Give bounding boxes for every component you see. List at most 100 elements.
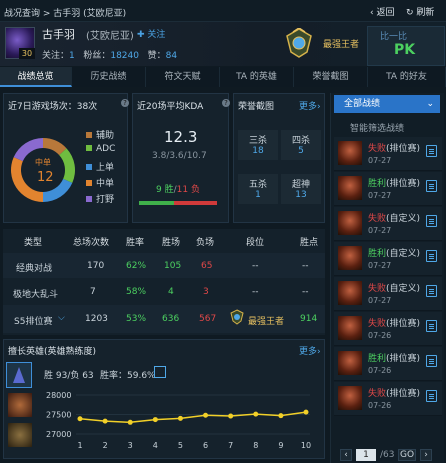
hero-more-link[interactable]: 更多› [299, 344, 321, 357]
legend-swatch [86, 164, 92, 170]
tab-heroes[interactable]: TA 的英雄 [220, 67, 294, 87]
hero-icon [13, 367, 25, 383]
breadcrumb: 战况查询 > 古手羽 (艾欧尼亚) [4, 9, 127, 19]
legend-item: ADC [86, 144, 115, 160]
hero-thumb[interactable] [8, 393, 32, 417]
match-item[interactable]: 胜利(排位赛) 07-26 [334, 347, 442, 381]
match-item[interactable]: 失败(自定义) 07-27 [334, 277, 442, 311]
detail-icon[interactable] [426, 285, 437, 297]
chevron-down-icon: ⌄ [426, 99, 434, 109]
match-result: 胜利 [368, 354, 387, 364]
server-name: (艾欧尼亚) [86, 31, 134, 42]
x-tick-label: 5 [178, 441, 183, 450]
all-records-dropdown[interactable]: 全部战绩 ⌄ [334, 95, 440, 113]
share-icon[interactable] [154, 366, 166, 378]
detail-icon[interactable] [426, 250, 437, 262]
match-item[interactable]: 失败(排位赛) 07-26 [334, 382, 442, 416]
match-mode: (自定义) [386, 284, 421, 294]
table-header: 负场 [196, 238, 215, 248]
x-tick-label: 6 [203, 441, 208, 450]
match-date: 07-27 [368, 261, 392, 270]
match-date: 07-26 [368, 331, 392, 340]
next-page-button[interactable]: › [420, 449, 432, 461]
table-header: 类型 [24, 238, 43, 248]
hero-title: 擅长英雄(英雄熟练度) [8, 347, 97, 357]
detail-icon[interactable] [426, 215, 437, 227]
y-tick-label: 28000 [46, 391, 71, 400]
page-input[interactable]: 1 [356, 449, 376, 461]
tab-overview[interactable]: 战绩总览 [0, 67, 72, 87]
tab-friends[interactable]: TA 的好友 [368, 67, 446, 87]
match-mode: (排位赛) [386, 144, 421, 154]
match-item[interactable]: 失败(排位赛) 07-27 [334, 137, 442, 171]
detail-icon[interactable] [426, 355, 437, 367]
tab-honor[interactable]: 荣誉截图 [294, 67, 368, 87]
win-fill [139, 201, 175, 205]
hero-selected-thumb[interactable] [6, 362, 32, 388]
match-result: 失败 [368, 319, 387, 329]
table-header: 总场次数 [73, 238, 110, 248]
data-point [102, 418, 108, 424]
hero-thumb[interactable] [8, 423, 32, 447]
match-date: 07-27 [368, 191, 392, 200]
match-mode: (自定义) [386, 249, 421, 259]
follow-button[interactable]: ✚ 关注 [137, 27, 165, 40]
tab-history[interactable]: 历史战绩 [72, 67, 146, 87]
data-point [278, 413, 284, 419]
hero-thumb [338, 316, 362, 340]
match-item[interactable]: 胜利(自定义) 07-27 [334, 242, 442, 276]
table-header: 段位 [246, 238, 265, 248]
legend-swatch [86, 145, 92, 151]
match-item[interactable]: 失败(排位赛) 07-26 [334, 312, 442, 346]
x-tick-label: 3 [128, 441, 133, 450]
donut-center-role: 中单 [35, 158, 51, 167]
rank-emblem-icon [286, 28, 312, 58]
match-mode: (自定义) [386, 214, 421, 224]
hero-thumb [338, 281, 362, 305]
kda-value: 12.3 [164, 128, 198, 146]
tab-runes[interactable]: 符文天赋 [146, 67, 220, 87]
match-result: 失败 [368, 214, 387, 224]
follow-count: 1 [69, 51, 75, 61]
data-point [228, 413, 234, 419]
hero-thumb [338, 211, 362, 235]
help-icon[interactable]: ? [121, 99, 129, 107]
smart-filter-label[interactable]: 智能筛选战绩 [350, 121, 404, 134]
hero-thumb [338, 386, 362, 410]
compare-label: 比一比 [380, 32, 408, 42]
honor-more-link[interactable]: 更多› [299, 99, 321, 112]
match-date: 07-26 [368, 401, 392, 410]
back-button[interactable]: ‹ 返回 [370, 5, 394, 18]
match-result: 失败 [368, 284, 387, 294]
detail-icon[interactable] [426, 180, 437, 192]
likes-count: 84 [165, 51, 178, 61]
match-result: 胜利 [368, 249, 387, 259]
table-header: 胜点 [300, 238, 319, 248]
match-item[interactable]: 胜利(排位赛) 07-27 [334, 172, 442, 206]
match-item[interactable]: 失败(自定义) 07-27 [334, 207, 442, 241]
x-tick-label: 10 [301, 441, 311, 450]
x-tick-label: 2 [103, 441, 108, 450]
detail-icon[interactable] [426, 390, 437, 402]
detail-icon[interactable] [426, 145, 437, 157]
kda-title: 近20场平均KDA [137, 102, 204, 112]
chevron-down-icon[interactable]: ⌵ [58, 313, 65, 323]
data-point [177, 415, 183, 421]
data-point [152, 417, 158, 423]
role-legend: 辅助 ADC 上单 中单 打野 [86, 128, 115, 208]
x-tick-label: 8 [253, 441, 258, 450]
match-result: 失败 [368, 144, 387, 154]
honor-cell: 五杀 1 [238, 174, 278, 204]
match-date: 07-27 [368, 156, 392, 165]
prev-page-button[interactable]: ‹ [340, 449, 352, 461]
match-result: 失败 [368, 389, 387, 399]
help-icon[interactable]: ? [222, 99, 230, 107]
refresh-button[interactable]: ↻ 刷新 [406, 5, 434, 18]
fans-count: 18240 [110, 51, 139, 61]
legend-swatch [86, 196, 92, 202]
match-mode: (排位赛) [386, 389, 421, 399]
detail-icon[interactable] [426, 320, 437, 332]
series-line [79, 411, 307, 424]
go-button[interactable]: GO [398, 449, 416, 461]
hero-thumb [338, 246, 362, 270]
